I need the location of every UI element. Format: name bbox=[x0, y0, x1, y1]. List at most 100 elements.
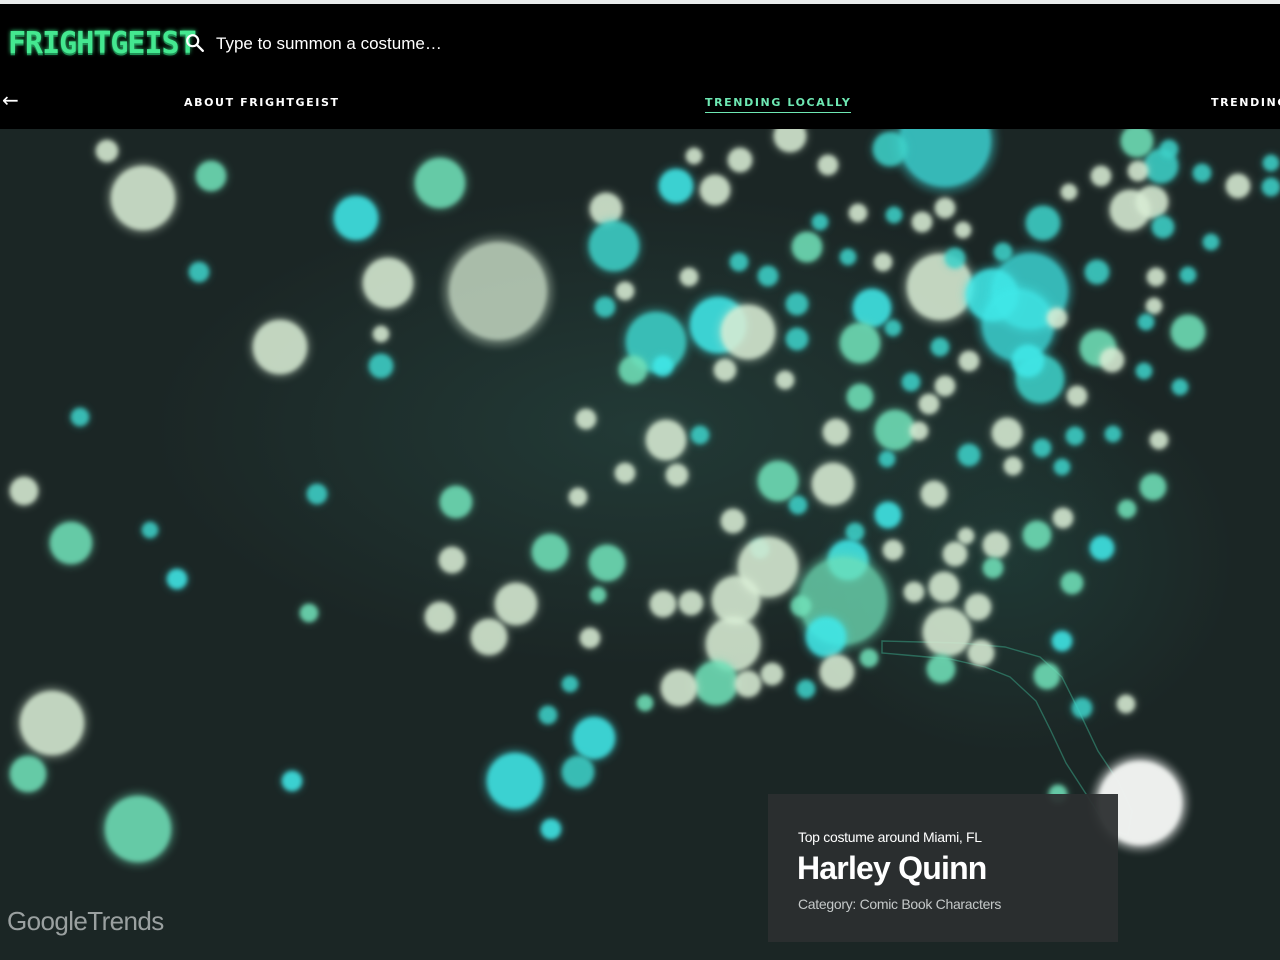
trend-bubble[interactable] bbox=[305, 482, 329, 506]
trend-bubble[interactable] bbox=[1104, 425, 1122, 443]
trend-bubble[interactable] bbox=[1224, 172, 1252, 200]
trend-bubble[interactable] bbox=[567, 486, 589, 508]
trend-bubble[interactable] bbox=[678, 266, 700, 288]
trend-bubble[interactable] bbox=[803, 614, 849, 660]
trend-bubble[interactable] bbox=[990, 416, 1024, 450]
trend-bubble[interactable] bbox=[298, 602, 320, 624]
trend-bubble[interactable] bbox=[795, 678, 817, 700]
trend-bubble[interactable] bbox=[728, 251, 750, 273]
trend-bubble[interactable] bbox=[7, 753, 49, 795]
trend-bubble[interactable] bbox=[981, 556, 1005, 580]
costume-search-input[interactable] bbox=[214, 28, 578, 60]
trend-bubble[interactable] bbox=[811, 213, 829, 231]
nav-trending-locally[interactable]: TRENDING LOCALLY bbox=[705, 96, 852, 113]
trend-bubble[interactable] bbox=[817, 652, 857, 692]
trend-bubble[interactable] bbox=[1202, 233, 1220, 251]
trend-bubble[interactable] bbox=[789, 594, 813, 618]
trend-bubble[interactable] bbox=[1089, 164, 1113, 188]
trend-bubble[interactable] bbox=[1051, 506, 1075, 530]
trend-bubble[interactable] bbox=[101, 792, 175, 866]
trend-bubble[interactable] bbox=[1179, 266, 1197, 284]
trend-bubble[interactable] bbox=[837, 320, 883, 366]
trend-bubble[interactable] bbox=[578, 626, 602, 650]
trend-bubble[interactable] bbox=[1145, 297, 1163, 315]
trend-bubble[interactable] bbox=[839, 248, 857, 266]
trend-bubble[interactable] bbox=[589, 586, 607, 604]
trend-bubble[interactable] bbox=[933, 374, 957, 398]
trend-bubble[interactable] bbox=[956, 442, 982, 468]
trend-bubble[interactable] bbox=[539, 817, 563, 841]
trend-bubble[interactable] bbox=[1023, 203, 1063, 243]
trend-bubble[interactable] bbox=[784, 326, 810, 352]
trend-bubble[interactable] bbox=[1260, 176, 1280, 198]
nav-trending-nationally[interactable]: TRENDING N bbox=[1211, 96, 1280, 109]
trend-bubble[interactable] bbox=[872, 251, 894, 273]
trend-bubble[interactable] bbox=[614, 280, 636, 302]
trend-bubble[interactable] bbox=[733, 669, 763, 699]
trend-bubble[interactable] bbox=[917, 392, 941, 416]
trend-bubble[interactable] bbox=[821, 417, 851, 447]
trend-bubble[interactable] bbox=[331, 193, 381, 243]
trend-bubble[interactable] bbox=[16, 687, 88, 759]
trend-bubble[interactable] bbox=[774, 369, 796, 391]
trend-bubble[interactable] bbox=[885, 206, 903, 224]
trend-bubble[interactable] bbox=[1126, 159, 1150, 183]
trend-bubble[interactable] bbox=[1032, 661, 1062, 691]
trend-bubble[interactable] bbox=[1060, 183, 1078, 201]
trend-bubble[interactable] bbox=[809, 460, 857, 508]
trend-bubble[interactable] bbox=[560, 754, 596, 790]
trend-bubble[interactable] bbox=[858, 647, 880, 669]
trend-bubble[interactable] bbox=[1138, 472, 1168, 502]
trend-bubble[interactable] bbox=[981, 530, 1011, 560]
trend-bubble[interactable] bbox=[992, 241, 1014, 263]
trend-bubble[interactable] bbox=[643, 417, 689, 463]
trend-bubble[interactable] bbox=[1262, 154, 1280, 172]
trend-bubble[interactable] bbox=[537, 704, 559, 726]
trend-bubble[interactable] bbox=[1065, 384, 1089, 408]
trend-bubble[interactable] bbox=[1135, 362, 1153, 380]
trend-bubble[interactable] bbox=[734, 533, 802, 601]
trend-bubble[interactable] bbox=[437, 545, 467, 575]
arrow-left-icon[interactable]: ← bbox=[2, 90, 19, 110]
trend-bubble[interactable] bbox=[943, 246, 967, 270]
trend-bubble[interactable] bbox=[1115, 693, 1137, 715]
trend-bubble[interactable] bbox=[689, 424, 711, 446]
trend-bubble[interactable] bbox=[107, 162, 179, 234]
trend-bubble[interactable] bbox=[756, 264, 780, 288]
trend-bubble[interactable] bbox=[878, 450, 896, 468]
trend-bubble[interactable] bbox=[884, 319, 902, 337]
trend-bubble[interactable] bbox=[141, 521, 159, 539]
trend-bubble[interactable] bbox=[1050, 629, 1074, 653]
trend-bubble[interactable] bbox=[677, 589, 705, 617]
trend-bubble[interactable] bbox=[1145, 266, 1167, 288]
trend-bubble[interactable] bbox=[656, 166, 696, 206]
trend-bubble[interactable] bbox=[187, 260, 211, 284]
trend-bubble[interactable] bbox=[529, 531, 571, 573]
trend-bubble[interactable] bbox=[443, 236, 553, 346]
trend-bubble[interactable] bbox=[483, 749, 547, 813]
trend-bubble[interactable] bbox=[586, 542, 628, 584]
trend-bubble[interactable] bbox=[784, 291, 810, 317]
trend-bubble[interactable] bbox=[900, 371, 922, 393]
trend-bubble[interactable] bbox=[574, 407, 598, 431]
frightgeist-logo[interactable]: FRIGHTGEIST bbox=[8, 26, 197, 61]
trend-bubble[interactable] bbox=[636, 694, 654, 712]
trend-bubble[interactable] bbox=[1088, 534, 1116, 562]
trend-bubble[interactable] bbox=[902, 580, 926, 604]
trend-bubble[interactable] bbox=[719, 507, 747, 535]
trend-bubble[interactable] bbox=[920, 605, 974, 659]
trend-bubble[interactable] bbox=[651, 354, 675, 378]
trend-bubble[interactable] bbox=[1191, 162, 1213, 184]
trend-bubble[interactable] bbox=[617, 354, 649, 386]
trend-bubble[interactable] bbox=[94, 138, 120, 164]
trend-bubble[interactable] bbox=[165, 567, 189, 591]
trend-bubble[interactable] bbox=[593, 295, 617, 319]
trend-bubble[interactable] bbox=[658, 667, 700, 709]
trend-bubble[interactable] bbox=[1134, 184, 1170, 220]
trend-bubble[interactable] bbox=[717, 301, 779, 363]
trend-bubble[interactable] bbox=[412, 155, 468, 211]
trend-bubble[interactable] bbox=[1002, 455, 1024, 477]
trend-bubble[interactable] bbox=[280, 769, 304, 793]
trend-bubble[interactable] bbox=[1137, 313, 1155, 331]
trend-bubble[interactable] bbox=[910, 210, 934, 234]
